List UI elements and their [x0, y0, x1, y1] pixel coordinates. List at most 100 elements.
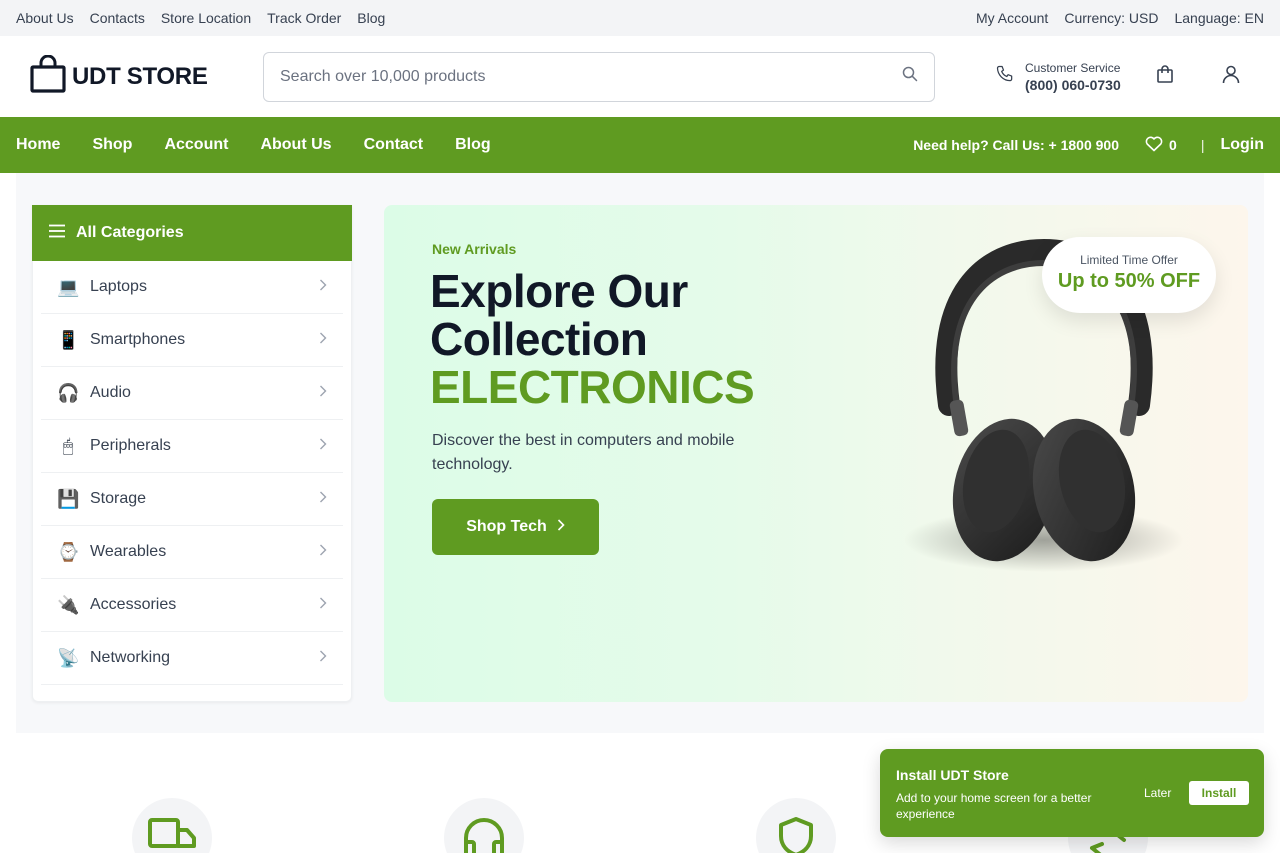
phone-icon [995, 64, 1015, 89]
nav-shop[interactable]: Shop [92, 136, 132, 154]
nav-contact[interactable]: Contact [364, 136, 424, 154]
delivery-truck-icon [148, 816, 196, 853]
category-label: Wearables [90, 543, 167, 560]
top-bar: About Us Contacts Store Location Track O… [0, 0, 1280, 36]
category-item-laptops[interactable]: 💻 Laptops [41, 261, 343, 314]
hero-section: All Categories 💻 Laptops 📱 Smartphones 🎧… [16, 173, 1264, 733]
feature-support [444, 798, 524, 853]
offer-value: Up to 50% OFF [1057, 270, 1201, 292]
chevron-right-icon [319, 384, 327, 402]
top-link-track-order[interactable]: Track Order [267, 10, 341, 26]
laptop-icon: 💻 [57, 276, 80, 297]
search-box [263, 51, 935, 102]
nav-divider: | [1200, 137, 1205, 153]
install-button[interactable]: Install [1189, 781, 1249, 805]
currency-selector[interactable]: Currency: USD [1064, 10, 1158, 26]
offer-badge: Limited Time Offer Up to 50% OFF [1042, 237, 1216, 313]
mouse-icon: 🖱 [62, 435, 74, 456]
install-title: Install UDT Store [896, 767, 1009, 783]
nav-home[interactable]: Home [16, 136, 60, 154]
shop-tech-label: Shop Tech [466, 518, 547, 535]
category-label: Accessories [90, 596, 177, 613]
nav-blog[interactable]: Blog [455, 136, 491, 154]
headset-icon [462, 816, 506, 853]
logo[interactable]: UDT STORE [30, 54, 263, 98]
nav-menu: Home Shop Account About Us Contact Blog [16, 136, 491, 154]
category-label: Audio [90, 384, 131, 401]
wishlist-button[interactable]: 0 [1145, 136, 1177, 155]
hero-title-line1: Explore Our [430, 265, 688, 317]
nav-account[interactable]: Account [164, 136, 228, 154]
top-link-store-location[interactable]: Store Location [161, 10, 251, 26]
category-item-audio[interactable]: 🎧 Audio [41, 367, 343, 420]
customer-service-label: Customer Service [1025, 60, 1121, 75]
shopping-bag-icon [1155, 64, 1175, 89]
chevron-right-icon [319, 596, 327, 614]
help-text: Need help? Call Us: [913, 137, 1045, 153]
category-label: Networking [90, 649, 171, 666]
chevron-right-icon [319, 278, 327, 296]
category-item-smartphones[interactable]: 📱 Smartphones [41, 314, 343, 367]
feature-secure [756, 798, 836, 853]
user-account-button[interactable] [1221, 64, 1241, 89]
category-item-peripherals[interactable]: 🖱 Peripherals [41, 420, 343, 473]
shield-icon [776, 816, 816, 853]
category-label: Storage [90, 490, 147, 507]
main-nav: Home Shop Account About Us Contact Blog … [0, 117, 1280, 173]
hero-banner: New Arrivals Explore Our Collection ELEC… [384, 205, 1248, 702]
smartphone-icon: 📱 [57, 329, 80, 350]
category-label: Laptops [90, 278, 147, 295]
help-phone[interactable]: + 1800 900 [1049, 137, 1119, 153]
cart-button[interactable] [1155, 64, 1175, 89]
category-item-storage[interactable]: 💾 Storage [41, 473, 343, 526]
chevron-right-icon [557, 518, 565, 536]
hero-title-accent: ELECTRONICS [430, 361, 755, 413]
heart-icon [1145, 136, 1163, 155]
category-label: Peripherals [90, 437, 171, 454]
all-categories-title: All Categories [76, 224, 184, 241]
hero-kicker: New Arrivals [432, 241, 517, 257]
satellite-antenna-icon: 📡 [57, 647, 80, 668]
watch-icon: ⌚ [57, 541, 80, 562]
user-icon [1221, 64, 1241, 89]
hero-description: Discover the best in computers and mobil… [432, 432, 735, 473]
customer-service-phone[interactable]: (800) 060-0730 [1025, 77, 1121, 93]
my-account-link[interactable]: My Account [976, 10, 1048, 26]
plug-icon: 🔌 [57, 594, 80, 615]
category-item-wearables[interactable]: ⌚ Wearables [41, 526, 343, 579]
install-prompt: Install UDT Store Add to your home scree… [880, 749, 1264, 837]
install-text: Add to your home screen for a better exp… [896, 791, 1092, 821]
top-right-links: My Account Currency: USD Language: EN [976, 10, 1264, 26]
search-icon[interactable] [902, 66, 918, 87]
floppy-disk-icon: 💾 [57, 488, 80, 509]
category-item-networking[interactable]: 📡 Networking [41, 632, 343, 685]
hero-title: Explore Our Collection ELECTRONICS [430, 265, 755, 413]
language-selector[interactable]: Language: EN [1174, 10, 1264, 26]
search-input[interactable] [280, 67, 860, 86]
nav-about-us[interactable]: About Us [260, 136, 331, 154]
chevron-right-icon [319, 490, 327, 508]
logo-text: UDT STORE [72, 62, 208, 90]
hero-title-line2: Collection [430, 313, 648, 365]
shopping-bag-icon [30, 54, 66, 98]
top-link-contacts[interactable]: Contacts [90, 10, 145, 26]
shop-tech-button[interactable]: Shop Tech [432, 499, 599, 555]
chevron-right-icon [319, 649, 327, 667]
chevron-right-icon [319, 437, 327, 455]
wishlist-count: 0 [1169, 137, 1177, 153]
top-link-blog[interactable]: Blog [357, 10, 385, 26]
customer-service: Customer Service (800) 060-0730 [995, 61, 1121, 93]
top-links: About Us Contacts Store Location Track O… [16, 10, 385, 26]
site-header: UDT STORE Customer Service (800) 060-073… [0, 36, 1280, 117]
category-sidebar: All Categories 💻 Laptops 📱 Smartphones 🎧… [32, 205, 352, 702]
offer-label: Limited Time Offer [1080, 253, 1178, 267]
category-item-accessories[interactable]: 🔌 Accessories [41, 579, 343, 632]
all-categories-header[interactable]: All Categories [32, 205, 352, 261]
later-button[interactable]: Later [1144, 786, 1171, 800]
top-link-about-us[interactable]: About Us [16, 10, 74, 26]
headphones-icon: 🎧 [57, 382, 80, 403]
menu-icon [48, 224, 66, 243]
login-link[interactable]: Login [1220, 136, 1264, 154]
chevron-right-icon [319, 543, 327, 561]
chevron-right-icon [319, 331, 327, 349]
